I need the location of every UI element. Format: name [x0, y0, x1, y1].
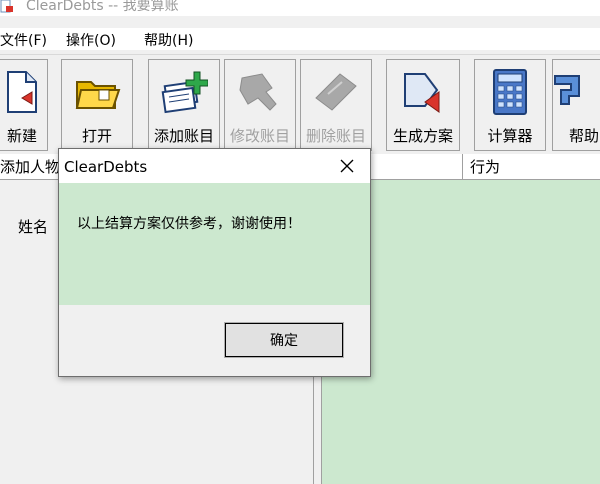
- app-icon: [0, 0, 13, 13]
- edit-entry-button[interactable]: 修改账目: [224, 59, 296, 151]
- ok-button[interactable]: 确定: [224, 322, 344, 358]
- open-folder-icon: [75, 81, 121, 109]
- title-bar: ClearDebts -- 我要算账: [0, 0, 600, 16]
- column-divider[interactable]: [462, 154, 463, 180]
- toolbar: 新建 打开 添加账目 修改账目 删除账目 生成方案 计算器 帮助: [0, 54, 600, 154]
- help-button[interactable]: 帮助: [552, 59, 600, 151]
- add-person-header: 添加人物: [0, 158, 61, 176]
- menu-operate[interactable]: 操作(O): [66, 30, 116, 50]
- open-button[interactable]: 打开: [61, 59, 133, 151]
- dialog-close-button[interactable]: [324, 149, 370, 183]
- calculator-icon: [493, 69, 527, 115]
- new-button[interactable]: 新建: [0, 59, 48, 151]
- edit-entry-button-label: 修改账目: [229, 127, 290, 145]
- window-title: ClearDebts -- 我要算账: [26, 0, 179, 14]
- help-icon: [554, 75, 580, 105]
- new-button-label: 新建: [6, 127, 37, 145]
- menu-file[interactable]: 文件(F): [0, 30, 47, 50]
- generate-plan-button-label: 生成方案: [392, 127, 453, 145]
- close-icon: [340, 159, 354, 173]
- menu-bar: 文件(F) 操作(O) 帮助(H): [0, 28, 600, 50]
- new-document-icon: [7, 71, 37, 113]
- add-entry-icon: [161, 71, 208, 114]
- delete-entry-button-label: 删除账目: [305, 127, 366, 145]
- generate-plan-button[interactable]: 生成方案: [386, 59, 460, 151]
- behavior-header: 行为: [470, 158, 501, 176]
- cleardebts-window: ClearDebts -- 我要算账 文件(F) 操作(O) 帮助(H) 新建 …: [0, 0, 600, 484]
- add-entry-button-label: 添加账目: [153, 127, 214, 145]
- dialog-title: ClearDebts: [64, 158, 148, 176]
- add-entry-button[interactable]: 添加账目: [148, 59, 220, 151]
- dialog-body: [59, 183, 370, 305]
- delete-entry-button[interactable]: 删除账目: [300, 59, 372, 151]
- name-label: 姓名: [18, 218, 49, 236]
- message-dialog: ClearDebts 以上结算方案仅供参考，谢谢使用！ 确定: [58, 148, 371, 377]
- dialog-title-bar: ClearDebts: [59, 149, 370, 183]
- calculator-button-label: 计算器: [487, 127, 533, 145]
- menu-help[interactable]: 帮助(H): [144, 30, 193, 50]
- delete-entry-icon: [315, 73, 357, 111]
- calculator-button[interactable]: 计算器: [474, 59, 546, 151]
- generate-plan-icon: [404, 73, 440, 113]
- help-button-label: 帮助: [569, 127, 600, 145]
- open-button-label: 打开: [81, 127, 112, 145]
- edit-entry-icon: [239, 73, 277, 111]
- dialog-message: 以上结算方案仅供参考，谢谢使用！: [77, 216, 301, 232]
